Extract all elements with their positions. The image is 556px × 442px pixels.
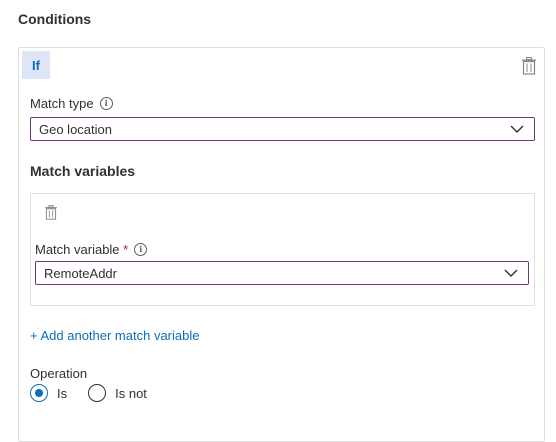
operation-label: Operation: [30, 366, 88, 381]
chevron-down-icon: [510, 125, 524, 133]
match-variable-label: Match variable * i: [35, 242, 148, 257]
match-type-label: Match type i: [30, 96, 113, 111]
operation-is-label[interactable]: Is: [57, 386, 67, 401]
match-type-label-text: Match type: [30, 96, 94, 111]
match-variable-value: RemoteAddr: [44, 265, 117, 281]
operation-is-not-radio[interactable]: [88, 384, 107, 402]
match-type-value: Geo location: [39, 121, 112, 137]
required-marker: *: [123, 242, 129, 257]
match-type-select[interactable]: Geo location: [30, 117, 535, 141]
section-title: Conditions: [18, 11, 92, 27]
operation-is-not-label[interactable]: Is not: [115, 386, 147, 401]
match-variable-info-icon[interactable]: i: [134, 243, 148, 256]
match-variable-label-text: Match variable *: [35, 242, 129, 257]
if-badge: If: [22, 51, 50, 79]
delete-condition-icon[interactable]: [521, 57, 537, 75]
match-type-info-icon[interactable]: i: [99, 97, 113, 110]
match-variable-select[interactable]: RemoteAddr: [35, 261, 529, 285]
delete-match-variable-icon[interactable]: [44, 205, 58, 220]
chevron-down-icon: [504, 269, 518, 277]
operation-is-radio[interactable]: [30, 384, 48, 402]
match-variables-heading: Match variables: [30, 163, 136, 179]
add-match-variable-link[interactable]: + Add another match variable: [30, 328, 199, 343]
operation-radio-group: Is Is not: [30, 384, 147, 402]
